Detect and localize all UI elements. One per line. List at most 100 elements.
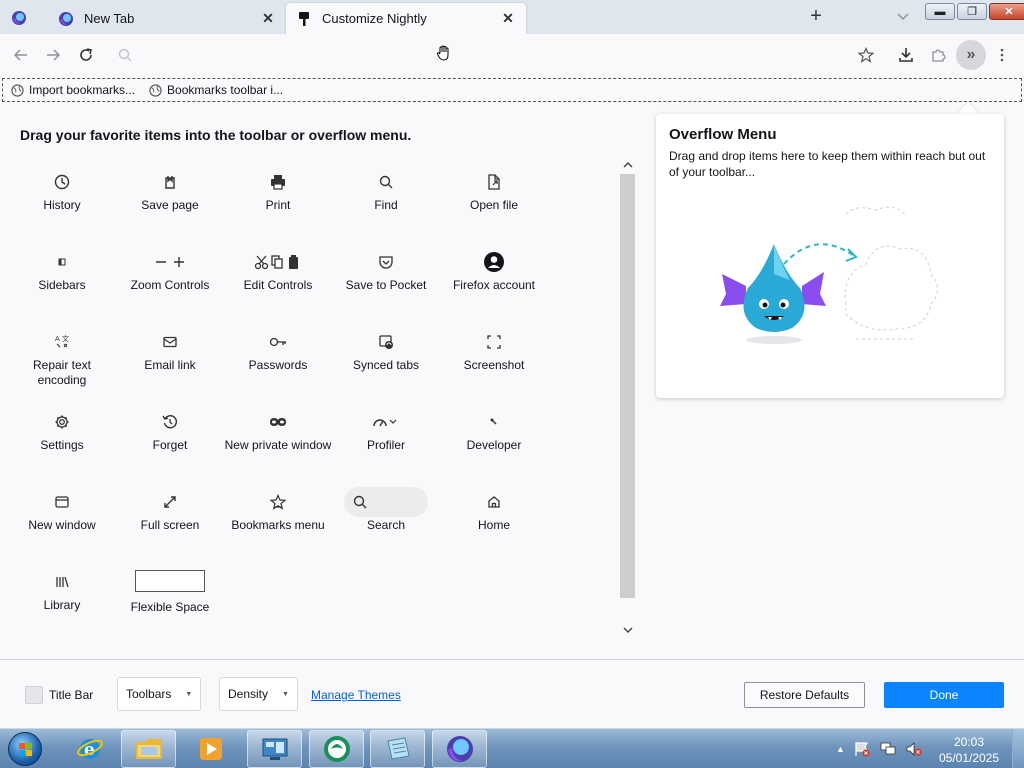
flexible-space-icon xyxy=(135,570,205,592)
palette-item-label: Save page xyxy=(141,198,199,212)
palette-item-home[interactable]: Home xyxy=(440,492,548,533)
restore-defaults-button[interactable]: Restore Defaults xyxy=(744,682,865,708)
window-controls: ▬ ❐ ✕ xyxy=(925,3,1024,20)
palette-item-forget[interactable]: Forget xyxy=(116,412,224,453)
volume-muted-icon[interactable] xyxy=(905,741,923,757)
palette-item-zoom-controls[interactable]: Zoom Controls xyxy=(116,252,224,293)
edit-controls-icon xyxy=(224,252,332,272)
extensions-puzzle-icon[interactable] xyxy=(927,44,949,66)
palette-item-library[interactable]: Library xyxy=(8,572,116,613)
palette-item-profiler[interactable]: Profiler xyxy=(332,412,440,453)
palette-item-settings[interactable]: Settings xyxy=(8,412,116,453)
palette-item-edit-controls[interactable]: Edit Controls xyxy=(224,252,332,293)
taskbar-notepad[interactable] xyxy=(370,730,425,768)
new-tab-plus-icon[interactable]: + xyxy=(805,6,827,28)
palette-item-history[interactable]: History xyxy=(8,172,116,213)
density-dropdown[interactable]: Density ▼ xyxy=(219,677,298,711)
bookmark-star-icon xyxy=(224,492,332,512)
reload-icon[interactable] xyxy=(75,44,97,66)
screenshot-icon xyxy=(440,332,548,352)
tray-expand-arrow-icon[interactable]: ▲ xyxy=(836,744,845,754)
palette-item-save-page[interactable]: Save page xyxy=(116,172,224,213)
palette-item-search[interactable]: Search xyxy=(332,487,440,533)
downloads-icon[interactable] xyxy=(895,44,917,66)
palette-item-open-file[interactable]: Open file xyxy=(440,172,548,213)
forward-arrow-icon[interactable] xyxy=(42,44,64,66)
palette-item-email-link[interactable]: Email link xyxy=(116,332,224,373)
overflow-menu-panel[interactable]: Overflow Menu Drag and drop items here t… xyxy=(656,114,1004,398)
bookmark-item[interactable]: Bookmarks toolbar i... xyxy=(149,83,283,97)
scroll-up-arrow-icon[interactable] xyxy=(622,159,634,171)
show-desktop-button[interactable] xyxy=(1012,729,1024,768)
title-bar-checkbox[interactable] xyxy=(25,686,43,704)
palette-item-firefox-account[interactable]: Firefox account xyxy=(440,252,548,293)
back-arrow-icon[interactable] xyxy=(10,44,32,66)
open-file-icon xyxy=(440,172,548,192)
bookmark-item[interactable]: Import bookmarks... xyxy=(11,83,135,97)
palette-item-bookmarks-menu[interactable]: Bookmarks menu xyxy=(224,492,332,533)
palette-item-label: Passwords xyxy=(248,358,308,372)
app-menu-kebab-icon[interactable] xyxy=(991,44,1013,66)
palette-item-label: Forget xyxy=(152,438,188,452)
globe-icon xyxy=(11,83,24,97)
palette-item-repair-text-encoding[interactable]: A文 Repair text encoding xyxy=(8,332,116,388)
toolbars-dropdown[interactable]: Toolbars ▼ xyxy=(117,677,202,711)
magnifier-icon xyxy=(332,172,440,192)
palette-item-developer[interactable]: Developer xyxy=(440,412,548,453)
palette-item-label: Search xyxy=(366,518,406,532)
palette-item-screenshot[interactable]: Screenshot xyxy=(440,332,548,373)
palette-item-full-screen[interactable]: Full screen xyxy=(116,492,224,533)
minimize-button[interactable]: ▬ xyxy=(925,3,955,20)
taskbar-internet-explorer[interactable]: e xyxy=(62,730,117,768)
palette-item-new-private-window[interactable]: New private window xyxy=(224,412,332,453)
bookmark-star-icon[interactable] xyxy=(855,44,877,66)
palette-item-label: Open file xyxy=(469,198,519,212)
palette-item-passwords[interactable]: Passwords xyxy=(224,332,332,373)
customize-brush-icon xyxy=(299,11,309,26)
palette-scrollbar[interactable] xyxy=(619,156,636,640)
firefox-view-tab[interactable] xyxy=(4,5,34,31)
taskbar-firefox-nightly[interactable] xyxy=(432,730,487,768)
window-close-button[interactable]: ✕ xyxy=(989,3,1024,20)
restore-button[interactable]: ❐ xyxy=(957,3,987,20)
list-all-tabs-chevron-icon[interactable] xyxy=(895,8,911,24)
taskbar-app-green[interactable] xyxy=(309,730,364,768)
bookmarks-toolbar: Import bookmarks... Bookmarks toolbar i.… xyxy=(2,78,1022,102)
close-tab-icon[interactable]: ✕ xyxy=(500,10,516,27)
taskbar-media-player[interactable] xyxy=(183,730,238,768)
clock[interactable]: 20:03 05/01/2025 xyxy=(935,734,1003,766)
start-button[interactable] xyxy=(2,729,48,768)
firefox-nightly-icon xyxy=(59,11,73,26)
scrollbar-thumb[interactable] xyxy=(620,174,635,598)
manage-themes-link[interactable]: Manage Themes xyxy=(311,688,401,702)
network-icon[interactable] xyxy=(879,741,897,757)
overflow-chevron-icon[interactable]: » xyxy=(956,40,986,70)
tab-customize-nightly[interactable]: Customize Nightly ✕ xyxy=(286,3,526,34)
library-icon xyxy=(8,572,116,592)
palette-item-flexible-space[interactable]: Flexible Space xyxy=(116,570,224,615)
profiler-icon xyxy=(332,412,440,432)
taskbar-explorer[interactable] xyxy=(121,730,176,768)
palette-item-print[interactable]: Print xyxy=(224,172,332,213)
palette-item-new-window[interactable]: New window xyxy=(8,492,116,533)
palette-item-label: Edit Controls xyxy=(243,278,313,292)
taskbar-control-panel[interactable] xyxy=(247,730,302,768)
palette-item-find[interactable]: Find xyxy=(332,172,440,213)
key-icon xyxy=(224,332,332,352)
overflow-illustration-icon xyxy=(720,206,939,344)
url-bar[interactable] xyxy=(108,40,884,70)
palette-item-sidebars[interactable]: Sidebars xyxy=(8,252,116,293)
tab-new-tab[interactable]: New Tab ✕ xyxy=(48,3,286,34)
system-tray: ▲ xyxy=(836,741,923,757)
scroll-down-arrow-icon[interactable] xyxy=(622,624,634,636)
windows-taskbar: e ▲ 20:03 05/01/2025 xyxy=(0,728,1024,768)
wrench-icon xyxy=(440,412,548,432)
palette-item-synced-tabs[interactable]: Synced tabs xyxy=(332,332,440,373)
search-pill xyxy=(344,487,428,517)
action-center-flag-icon[interactable] xyxy=(853,741,871,757)
grab-hand-cursor-icon xyxy=(437,45,449,61)
close-tab-icon[interactable]: ✕ xyxy=(260,10,276,27)
palette-item-save-to-pocket[interactable]: Save to Pocket xyxy=(332,252,440,293)
overflow-description: Drag and drop items here to keep them wi… xyxy=(669,149,986,179)
done-button[interactable]: Done xyxy=(884,682,1004,708)
